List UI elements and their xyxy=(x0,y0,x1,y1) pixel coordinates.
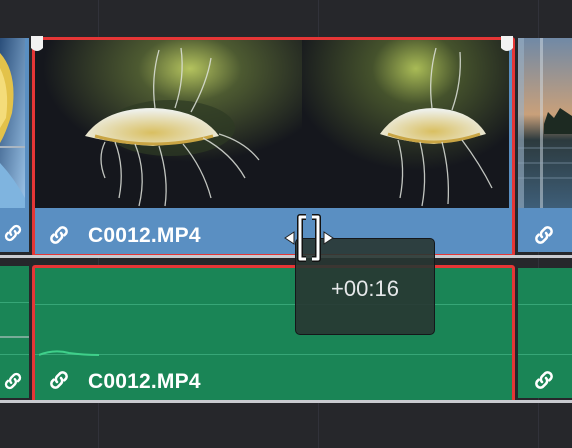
keyframe-marker-icon xyxy=(501,36,513,51)
link-icon xyxy=(50,371,68,389)
audio-clip-left[interactable] xyxy=(0,266,29,398)
clip-name-label: C0012.MP4 xyxy=(88,224,201,247)
audio-waveform xyxy=(39,350,99,356)
clip-thumbnail xyxy=(518,38,572,208)
arrow-left-icon xyxy=(284,231,295,245)
link-icon xyxy=(4,224,22,242)
keyframe-marker-icon xyxy=(31,36,43,51)
arrow-right-icon xyxy=(323,231,334,245)
video-clip-selected[interactable]: C0012.MP4 xyxy=(35,38,512,254)
link-icon xyxy=(535,226,553,244)
clip-thumbnail xyxy=(35,38,302,208)
timeline-viewport: C0012.MP4 C0012.MP4 +00:16 xyxy=(0,0,572,448)
track-divider xyxy=(0,400,572,403)
video-clip-right[interactable] xyxy=(518,38,572,252)
audio-clip-selected[interactable]: C0012.MP4 xyxy=(35,268,512,400)
clip-name-label: C0012.MP4 xyxy=(88,370,201,393)
link-icon xyxy=(50,226,68,244)
link-icon xyxy=(4,372,22,390)
video-clip-left[interactable] xyxy=(0,38,29,252)
clip-thumbnail xyxy=(302,38,509,208)
trim-offset-value: +00:16 xyxy=(331,276,399,301)
trim-handle-icon xyxy=(297,214,321,262)
clip-thumbnail xyxy=(0,38,25,208)
link-icon xyxy=(535,371,553,389)
trim-cursor[interactable] xyxy=(284,214,334,262)
audio-clip-right[interactable] xyxy=(518,268,572,398)
